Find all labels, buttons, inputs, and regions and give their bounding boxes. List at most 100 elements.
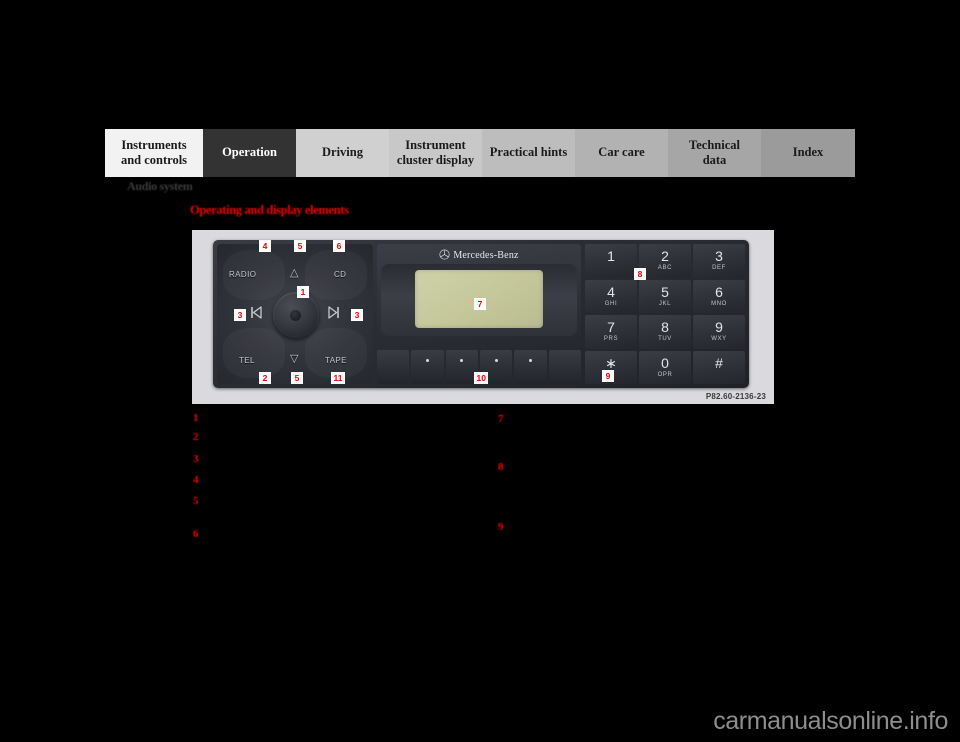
keypad-key-number: 0 [661,354,669,371]
legend-item-number: 6 [193,528,199,540]
display-section: Mercedes-Benz [377,244,581,348]
keypad-key-number: ∗ [605,354,617,371]
keypad-key-letters: GHI [604,300,618,307]
keypad-key-4[interactable]: 4 GHI [585,279,637,313]
site-watermark: carmanualsonline.info [713,707,948,735]
callout-badge-3: 3 [351,309,363,321]
keypad-key-number: # [715,354,723,371]
brand-row: Mercedes-Benz [377,249,581,263]
preset-dot [425,359,429,362]
legend-item: 9 [498,521,512,533]
car-radio-head-unit: RADIO CD TEL TAPE △ ▽ [213,240,749,388]
callout-badge-10: 10 [474,372,489,384]
keypad-key-hash[interactable]: # [693,350,745,384]
keypad-key-0[interactable]: 0 OPR [639,350,691,384]
callout-badge-4: 4 [259,240,271,252]
legend-item-number: 8 [498,461,504,473]
legend-item-number: 3 [193,453,199,465]
keypad-key-letters: ABC [657,265,673,272]
scroll-up-icon[interactable]: △ [290,266,298,279]
tab-technical[interactable]: Technical data [668,129,761,177]
radio-button-label[interactable]: RADIO [229,266,256,280]
keypad-key-letters: DEF [712,265,726,272]
preset-button-blank-right[interactable] [548,350,581,384]
preset-button-4[interactable] [514,350,547,384]
callout-badge-9: 9 [602,370,614,382]
preset-dot [494,359,498,362]
brand-name: Mercedes-Benz [453,250,519,261]
tab-label: Instrument cluster display [396,137,475,167]
tab-label: Car care [598,145,645,160]
legend-item: 8 [498,461,512,473]
tab-label: Driving [322,145,363,160]
callout-badge-5: 5 [291,372,303,384]
scroll-down-icon[interactable]: ▽ [290,352,298,365]
callout-badge-2: 2 [259,372,271,384]
callout-badge-5: 5 [294,240,306,252]
figure-caption: P82.60-2136-23 [705,392,766,401]
legend-item-number: 7 [498,413,504,425]
keypad-key-number: 1 [607,248,615,265]
rotary-volume-knob[interactable] [273,292,319,338]
tab-label: Operation [222,145,277,160]
preset-button-blank-left[interactable] [377,350,410,384]
legend-item-number: 9 [498,521,504,533]
mercedes-star-icon [439,249,450,263]
callout-badge-3: 3 [234,309,246,321]
keypad-key-letters: MNO [711,300,727,307]
keypad-key-2[interactable]: 2 ABC [639,244,691,278]
previous-track-glyph [251,306,262,319]
keypad-key-number: 8 [661,319,669,336]
tab-instruments[interactable]: Instruments and controls [105,129,203,177]
keypad-key-6[interactable]: 6 MNO [693,279,745,313]
mercedes-star-glyph [439,249,450,260]
keypad-key-letters: JKL [658,300,672,307]
page-title: Audio system [127,179,193,193]
tel-button-label[interactable]: TEL [239,352,255,366]
tab-operation[interactable]: Operation [203,129,296,177]
keypad-key-1[interactable]: 1 [585,244,637,278]
tab-index[interactable]: Index [761,129,855,177]
previous-track-icon[interactable] [249,306,263,322]
legend-item: 1 [193,412,207,424]
callout-badge-7: 7 [474,298,486,310]
keypad-key-9[interactable]: 9 WXY [693,315,745,349]
keypad-key-letters: PRS [603,336,619,343]
preset-dot [460,359,464,362]
tab-label: Technical data [689,137,740,167]
tab-label: Index [792,145,824,160]
legend-item: 2 [193,431,207,443]
keypad-key-letters: TUV [658,336,672,343]
tab-driving[interactable]: Driving [296,129,389,177]
subsection-heading: Operating and display elements [190,203,349,217]
callout-badge-8: 8 [634,268,646,280]
legend-item: 3 [193,453,207,465]
next-track-glyph [328,306,339,319]
keypad-key-5[interactable]: 5 JKL [639,279,691,313]
legend-item: 6 [193,528,207,540]
keypad-key-letters: WXY [711,336,727,343]
cd-button-label[interactable]: CD [334,266,346,280]
preset-dot [528,359,532,362]
next-track-icon[interactable] [327,306,341,322]
keypad-key-8[interactable]: 8 TUV [639,315,691,349]
tape-button-label[interactable]: TAPE [325,352,347,366]
keypad-key-3[interactable]: 3 DEF [693,244,745,278]
keypad-key-number: 6 [715,283,723,300]
keypad-key-7[interactable]: 7 PRS [585,315,637,349]
keypad-key-letters: OPR [657,371,673,378]
legend-item: 5 [193,495,207,507]
tab-instrument[interactable]: Instrument cluster display [389,129,482,177]
tab-car-care[interactable]: Car care [575,129,668,177]
preset-button-1[interactable] [411,350,444,384]
legend-item-number: 1 [193,412,199,424]
keypad-key-number: 7 [607,319,615,336]
callout-badge-6: 6 [333,240,345,252]
telephone-keypad[interactable]: 1 2 ABC 3 DEF 4 GHI 5 JKL 6 MNO 7 PRS 8 TUV 9 WXY ∗ 0 OPR # [585,244,745,384]
keypad-key-number: 3 [715,248,723,265]
keypad-key-number: 9 [715,319,723,336]
tab-practical-hints[interactable]: Practical hints [482,129,575,177]
section-tab-bar[interactable]: Instruments and controls Operation Driving I… [105,129,855,177]
legend-item-number: 2 [193,431,199,443]
keypad-key-number: 2 [661,248,669,265]
